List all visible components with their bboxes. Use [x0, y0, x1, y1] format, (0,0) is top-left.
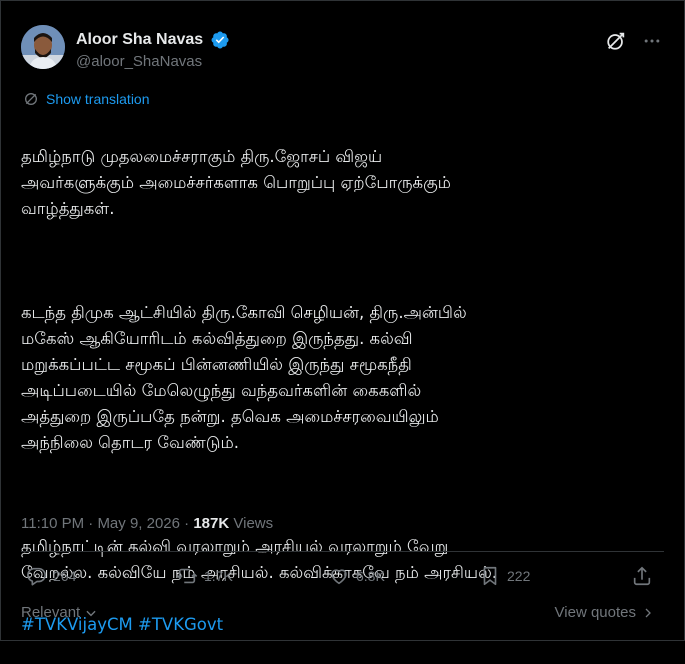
avatar[interactable]	[21, 25, 65, 69]
author-display-name[interactable]: Aloor Sha Navas	[76, 30, 203, 50]
bookmark-button[interactable]: 222	[479, 565, 530, 587]
repost-icon	[176, 568, 198, 584]
verified-badge-icon[interactable]	[210, 30, 230, 50]
reply-count: 264	[53, 568, 77, 584]
author-block: Aloor Sha Navas @aloor_ShaNavas	[76, 29, 230, 72]
tweet-paragraph-1: தமிழ்நாடு முதலமைச்சராகும் திரு.ஜோசப் விஜ…	[21, 147, 451, 218]
repost-button[interactable]: 1.7K	[176, 565, 233, 587]
tweet-time[interactable]: 11:10 PM	[21, 515, 84, 532]
heart-icon	[331, 569, 347, 585]
reply-icon	[27, 567, 46, 586]
meta-separator: ·	[184, 515, 190, 532]
bookmark-icon	[483, 566, 497, 586]
reply-button[interactable]: 264	[25, 565, 76, 587]
chevron-right-icon	[645, 608, 651, 617]
grok-icon[interactable]	[604, 29, 628, 53]
author-handle[interactable]: @aloor_ShaNavas	[76, 52, 230, 72]
views-count[interactable]: 187K	[193, 515, 229, 532]
view-quotes-link[interactable]: View quotes	[555, 604, 654, 621]
show-translation-label: Show translation	[46, 91, 150, 107]
action-bar: 264 1.7K 6.8K 222	[21, 565, 664, 595]
like-button[interactable]: 6.8K	[328, 565, 385, 587]
divider	[21, 551, 664, 552]
repost-count: 1.7K	[204, 568, 233, 584]
tweet-header: Aloor Sha Navas @aloor_ShaNavas	[21, 25, 664, 75]
like-count: 6.8K	[356, 568, 385, 584]
more-options-icon[interactable]	[640, 29, 664, 53]
share-icon	[633, 566, 651, 586]
translate-icon	[25, 93, 37, 105]
view-quotes-label: View quotes	[554, 604, 636, 621]
views-label: Views	[233, 515, 274, 532]
sort-label: Relevant	[21, 604, 81, 621]
avatar-image	[21, 25, 65, 69]
header-actions	[604, 29, 664, 53]
show-translation-link[interactable]: Show translation	[23, 91, 150, 107]
chevron-down-icon	[86, 610, 96, 616]
tweet-date[interactable]: May 9, 2026	[97, 515, 180, 532]
meta-separator: ·	[88, 515, 94, 532]
tweet-card: Aloor Sha Navas @aloor_ShaNavas Show tra…	[0, 0, 685, 641]
tweet-footer: Relevant View quotes	[21, 604, 664, 626]
sort-dropdown[interactable]: Relevant	[21, 604, 98, 621]
share-button[interactable]	[631, 565, 653, 587]
tweet-meta: 11:10 PM · May 9, 2026 · 187K Views	[21, 515, 273, 532]
bookmark-count: 222	[507, 568, 531, 584]
tweet-paragraph-2: கடந்த திமுக ஆட்சியில் திரு.கோவி செழியன்,…	[21, 303, 467, 452]
